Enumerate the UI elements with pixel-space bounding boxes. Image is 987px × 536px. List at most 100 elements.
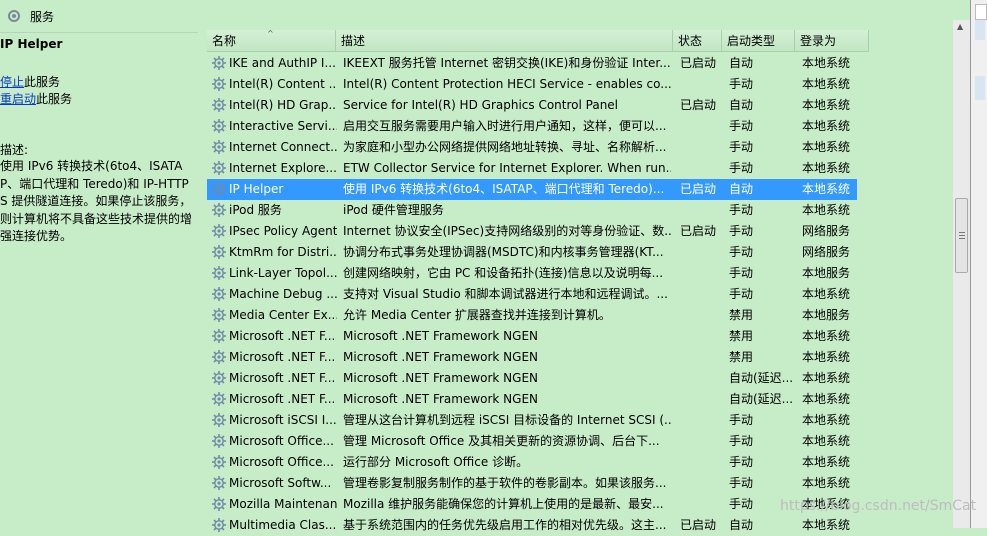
service-description-cell: 为家庭和小型办公网络提供网络地址转换、寻址、名称解析... (343, 140, 667, 154)
service-gear-icon (211, 76, 227, 92)
restart-service-link[interactable]: 重启动 (0, 92, 36, 106)
table-row[interactable]: KtmRm for Distri... 协调分布式事务处理协调器(MSDTC)和内… (207, 242, 857, 263)
service-gear-icon (211, 433, 227, 449)
service-name-cell: Microsoft .NET F... (229, 371, 336, 385)
service-status-cell: 已启动 (680, 518, 717, 532)
column-header-name[interactable]: 名称 ^ (207, 30, 336, 52)
service-logon-cell: 本地系统 (802, 182, 851, 196)
service-status-cell (680, 74, 726, 95)
table-row[interactable]: IPsec Policy Agent Internet 协议安全(IPSec)支持… (207, 221, 857, 242)
service-logon-cell: 本地系统 (802, 476, 851, 490)
table-row[interactable]: Interactive Servi... 启用交互服务需要用户输入时进行用户通知，… (207, 116, 857, 137)
service-name-cell: Microsoft .NET F... (229, 329, 336, 343)
services-gear-icon (8, 10, 20, 22)
service-gear-icon (211, 496, 227, 512)
column-header-description[interactable]: 描述 (336, 30, 673, 52)
column-header-startup-type[interactable]: 启动类型 (722, 30, 795, 52)
service-logon-cell: 本地系统 (802, 77, 851, 91)
table-row[interactable]: IP Helper 使用 IPv6 转换技术(6to4、ISATAP、端口代理和 … (207, 179, 857, 200)
service-gear-icon (211, 202, 227, 218)
table-row[interactable]: Internet Connect... 为家庭和小型办公网络提供网络地址转换、寻址… (207, 137, 857, 158)
service-logon-cell: 本地系统 (802, 119, 851, 133)
table-row[interactable]: Microsoft .NET F... Microsoft .NET Framew… (207, 368, 857, 389)
service-logon-cell: 本地系统 (802, 56, 851, 70)
service-status-cell (680, 158, 726, 179)
service-description-cell: ETW Collector Service for Internet Explo… (343, 161, 671, 175)
table-row[interactable]: IKE and AuthIP I... IKEEXT 服务托管 Internet … (207, 53, 857, 74)
service-name-cell: Microsoft iSCSI I... (229, 413, 337, 427)
scroll-up-icon[interactable]: ▲ (957, 22, 963, 31)
window-title: 服务 (30, 10, 55, 24)
description-label: 描述: (0, 143, 29, 157)
stop-service-link[interactable]: 停止 (0, 75, 24, 89)
table-row[interactable]: Intel(R) Content ... Intel(R) Content Pro… (207, 74, 857, 95)
column-header-logon-as[interactable]: 登录为 (795, 30, 869, 52)
actions-pane-edge (970, 0, 987, 528)
service-name-cell: Machine Debug ... (229, 287, 337, 301)
column-header-status[interactable]: 状态 (673, 30, 722, 52)
service-description-cell: 允许 Media Center 扩展器查找并连接到计算机。 (343, 308, 611, 322)
service-gear-icon (211, 223, 227, 239)
service-startup-type-cell: 手动 (729, 476, 754, 490)
vertical-scrollbar[interactable]: ▲ (953, 20, 970, 528)
service-logon-cell: 本地系统 (802, 392, 851, 406)
service-gear-icon (211, 328, 227, 344)
service-description-cell: 创建网络映射，它由 PC 和设备拓扑(连接)信息以及说明每... (343, 266, 664, 280)
service-name-cell: Microsoft .NET F... (229, 392, 336, 406)
table-row[interactable]: iPod 服务 iPod 硬件管理服务 手动 本地系统 (207, 200, 857, 221)
service-description-cell: 协调分布式事务处理协调器(MSDTC)和内核事务管理器(KT... (343, 245, 664, 259)
service-status-cell: 已启动 (680, 56, 717, 70)
service-status-cell (680, 326, 726, 347)
table-row[interactable]: Microsoft Office... 运行部分 Microsoft Office… (207, 452, 857, 473)
table-row[interactable]: Microsoft .NET F... Microsoft .NET Framew… (207, 347, 857, 368)
service-status-cell: 已启动 (680, 182, 717, 196)
service-status-cell (680, 305, 726, 326)
service-status-cell: 已启动 (680, 98, 717, 112)
service-description-cell: Intel(R) Content Protection HECI Service… (343, 77, 671, 91)
stop-action-row: 停止此服务 (0, 73, 60, 90)
service-startup-type-cell: 自动(延迟... (729, 392, 794, 406)
table-row[interactable]: Media Center Ex... 允许 Media Center 扩展器查找并… (207, 305, 857, 326)
service-startup-type-cell: 自动 (729, 182, 754, 196)
service-startup-type-cell: 自动 (729, 518, 754, 532)
table-row[interactable]: Machine Debug ... 支持对 Visual Studio 和脚本调试… (207, 284, 857, 305)
service-startup-type-cell: 手动 (729, 203, 754, 217)
service-gear-icon (211, 181, 227, 197)
service-name-cell: Link-Layer Topol... (229, 266, 337, 280)
service-startup-type-cell: 手动 (729, 77, 754, 91)
service-name-cell: Microsoft Office... (229, 455, 334, 469)
service-name-cell: KtmRm for Distri... (229, 245, 337, 259)
service-startup-type-cell: 自动 (729, 56, 754, 70)
table-row[interactable]: Microsoft Office... 管理 Microsoft Office 及… (207, 431, 857, 452)
stop-service-suffix: 此服务 (24, 75, 61, 89)
service-logon-cell: 本地系统 (802, 98, 851, 112)
table-row[interactable]: Multimedia Clas... 基于系统范围内的任务优先级启用工作的相对优先… (207, 515, 857, 536)
service-description-cell: 管理 Microsoft Office 及其相关更新的资源协调、后台下... (343, 434, 660, 448)
service-startup-type-cell: 禁用 (729, 350, 754, 364)
service-description-cell: IKEEXT 服务托管 Internet 密钥交换(IKE)和身份验证 Inte… (343, 56, 671, 70)
table-row[interactable]: Link-Layer Topol... 创建网络映射，它由 PC 和设备拓扑(连接… (207, 263, 857, 284)
service-status-cell (680, 473, 726, 494)
service-gear-icon (211, 412, 227, 428)
service-status-cell (680, 431, 726, 452)
table-row[interactable]: Intel(R) HD Grap... Service for Intel(R) … (207, 95, 857, 116)
service-description-cell: Internet 协议安全(IPSec)支持网络级别的对等身份验证、数... (343, 224, 671, 238)
scrollbar-thumb[interactable] (955, 198, 968, 273)
service-logon-cell: 本地系统 (802, 413, 851, 427)
service-status-cell (680, 200, 726, 221)
service-status-cell (680, 116, 726, 137)
service-name-cell: Microsoft .NET F... (229, 350, 336, 364)
service-status-cell (680, 242, 726, 263)
service-description-cell: 管理卷影复制服务制作的基于软件的卷影副本。如果该服务... (343, 476, 667, 490)
service-description-cell: Microsoft .NET Framework NGEN (343, 350, 539, 364)
table-row[interactable]: Microsoft .NET F... Microsoft .NET Framew… (207, 389, 857, 410)
service-logon-cell: 网络服务 (802, 245, 851, 259)
table-row[interactable]: Mozilla Maintenan... Mozilla 维护服务能确保您的计算机… (207, 494, 857, 515)
table-row[interactable]: Microsoft .NET F... Microsoft .NET Framew… (207, 326, 857, 347)
table-row[interactable]: Microsoft Softw... 管理卷影复制服务制作的基于软件的卷影副本。如… (207, 473, 857, 494)
table-row[interactable]: Microsoft iSCSI I... 管理从这台计算机到远程 iSCSI 目标… (207, 410, 857, 431)
service-startup-type-cell: 手动 (729, 161, 754, 175)
service-startup-type-cell: 手动 (729, 119, 754, 133)
table-row[interactable]: Internet Explore... ETW Collector Service… (207, 158, 857, 179)
service-logon-cell: 本地系统 (802, 518, 851, 532)
